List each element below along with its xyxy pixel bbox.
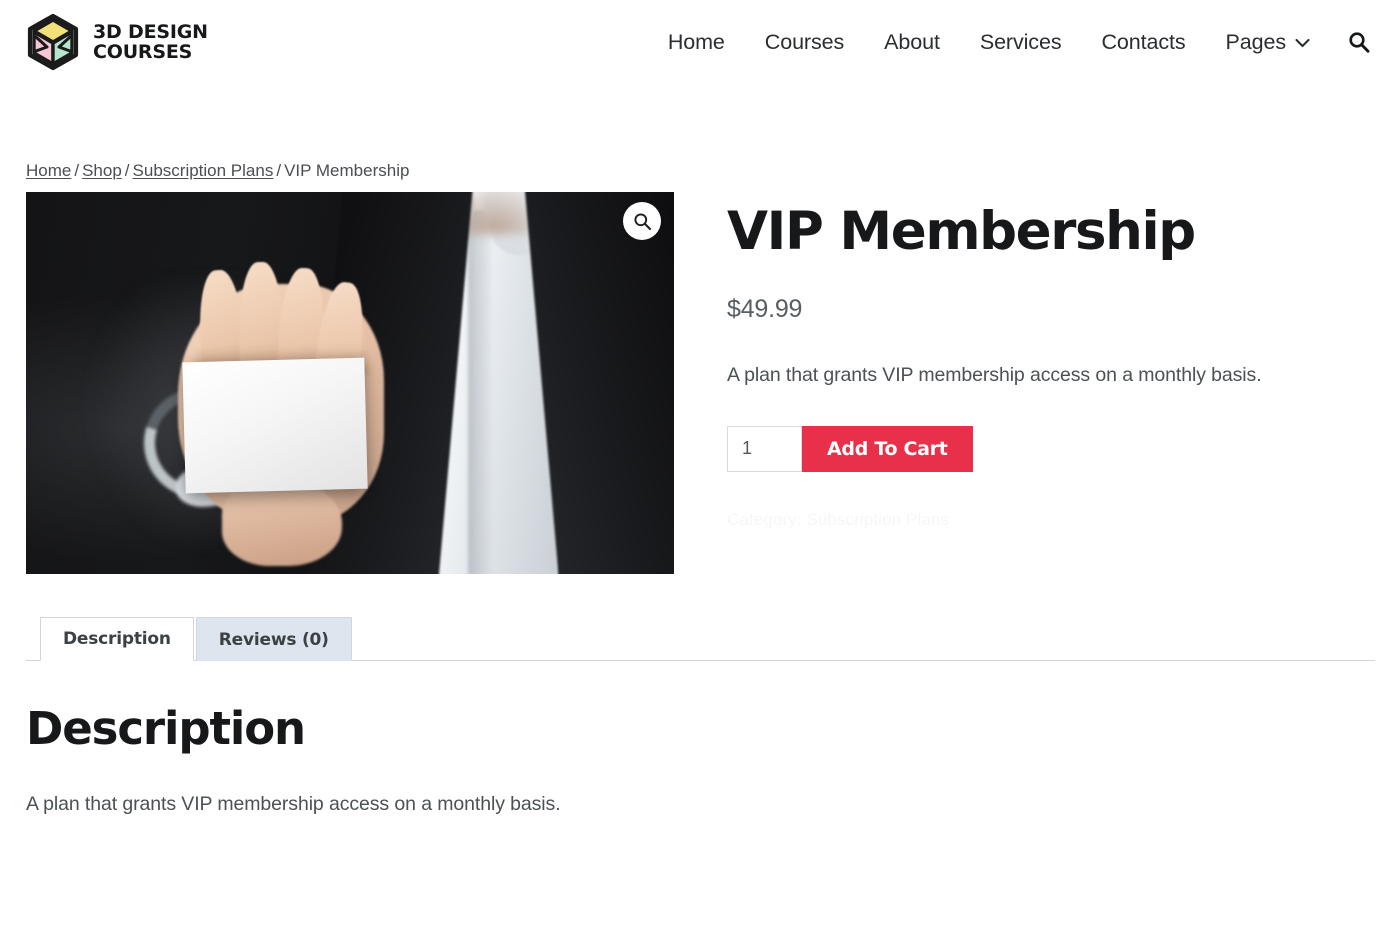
add-to-cart-form: Add To Cart [727, 425, 1374, 472]
nav-link-services[interactable]: Services [960, 30, 1082, 55]
photo-shirt-placket [468, 210, 491, 574]
nav-link-pages: Pages [1225, 29, 1287, 54]
breadcrumb-item-home[interactable]: Home [26, 161, 71, 180]
chevron-down-icon [1295, 35, 1310, 53]
main-navigation: Home Courses About Services Contacts Pag… [648, 30, 1376, 55]
breadcrumb-separator: / [74, 161, 80, 180]
product-short-description: A plan that grants VIP membership access… [727, 363, 1262, 386]
nav-link-about[interactable]: About [864, 30, 960, 55]
quantity-input[interactable] [727, 425, 802, 472]
photo-business-card [182, 357, 368, 494]
nav-link-home[interactable]: Home [648, 30, 745, 55]
product-area: VIP Membership $49.99 A plan that grants… [26, 192, 1374, 574]
brand-name: 3D DESIGN COURSES [93, 21, 208, 63]
tab-description[interactable]: Description [40, 617, 194, 661]
breadcrumb-item-shop[interactable]: Shop [82, 161, 122, 180]
cube-logo-icon [27, 13, 79, 71]
product-meta-category-link[interactable]: Subscription Plans [806, 510, 949, 529]
product-meta-label: Category: [727, 509, 802, 529]
description-body: A plan that grants VIP membership access… [26, 793, 561, 816]
page-content: Home / Shop / Subscription Plans / VIP Members… [0, 84, 1400, 820]
photo-hand-lower [222, 480, 342, 566]
product-title: VIP Membership [727, 201, 1196, 262]
description-heading: Description [26, 702, 306, 755]
breadcrumb-separator: / [124, 161, 130, 180]
breadcrumb-item-subscription-plans[interactable]: Subscription Plans [133, 161, 274, 180]
nav-link-contacts[interactable]: Contacts [1081, 30, 1205, 55]
breadcrumb-item-current: VIP Membership [284, 161, 410, 180]
site-header: 3D DESIGN COURSES Home Courses About Ser… [0, 0, 1400, 84]
add-to-cart-button[interactable]: Add To Cart [802, 425, 973, 472]
breadcrumb-separator: / [276, 161, 282, 180]
nav-link-courses[interactable]: Courses [745, 30, 864, 55]
product-image[interactable] [26, 192, 674, 574]
search-icon[interactable] [1348, 31, 1370, 53]
product-meta-category: Category: Subscription Plans [727, 510, 1374, 530]
product-summary: VIP Membership $49.99 A plan that grants… [674, 192, 1374, 530]
product-tabs: Description Reviews (0) [26, 616, 1375, 661]
breadcrumb: Home / Shop / Subscription Plans / VIP Members… [26, 84, 1374, 192]
nav-item-pages[interactable]: Pages [1206, 30, 1326, 55]
magnifier-icon[interactable] [623, 202, 661, 240]
tab-reviews[interactable]: Reviews (0) [195, 617, 352, 661]
description-panel: Description A plan that grants VIP membe… [26, 661, 1374, 820]
brand-logo-link[interactable]: 3D DESIGN COURSES [26, 13, 208, 71]
product-price: $49.99 [727, 294, 803, 323]
